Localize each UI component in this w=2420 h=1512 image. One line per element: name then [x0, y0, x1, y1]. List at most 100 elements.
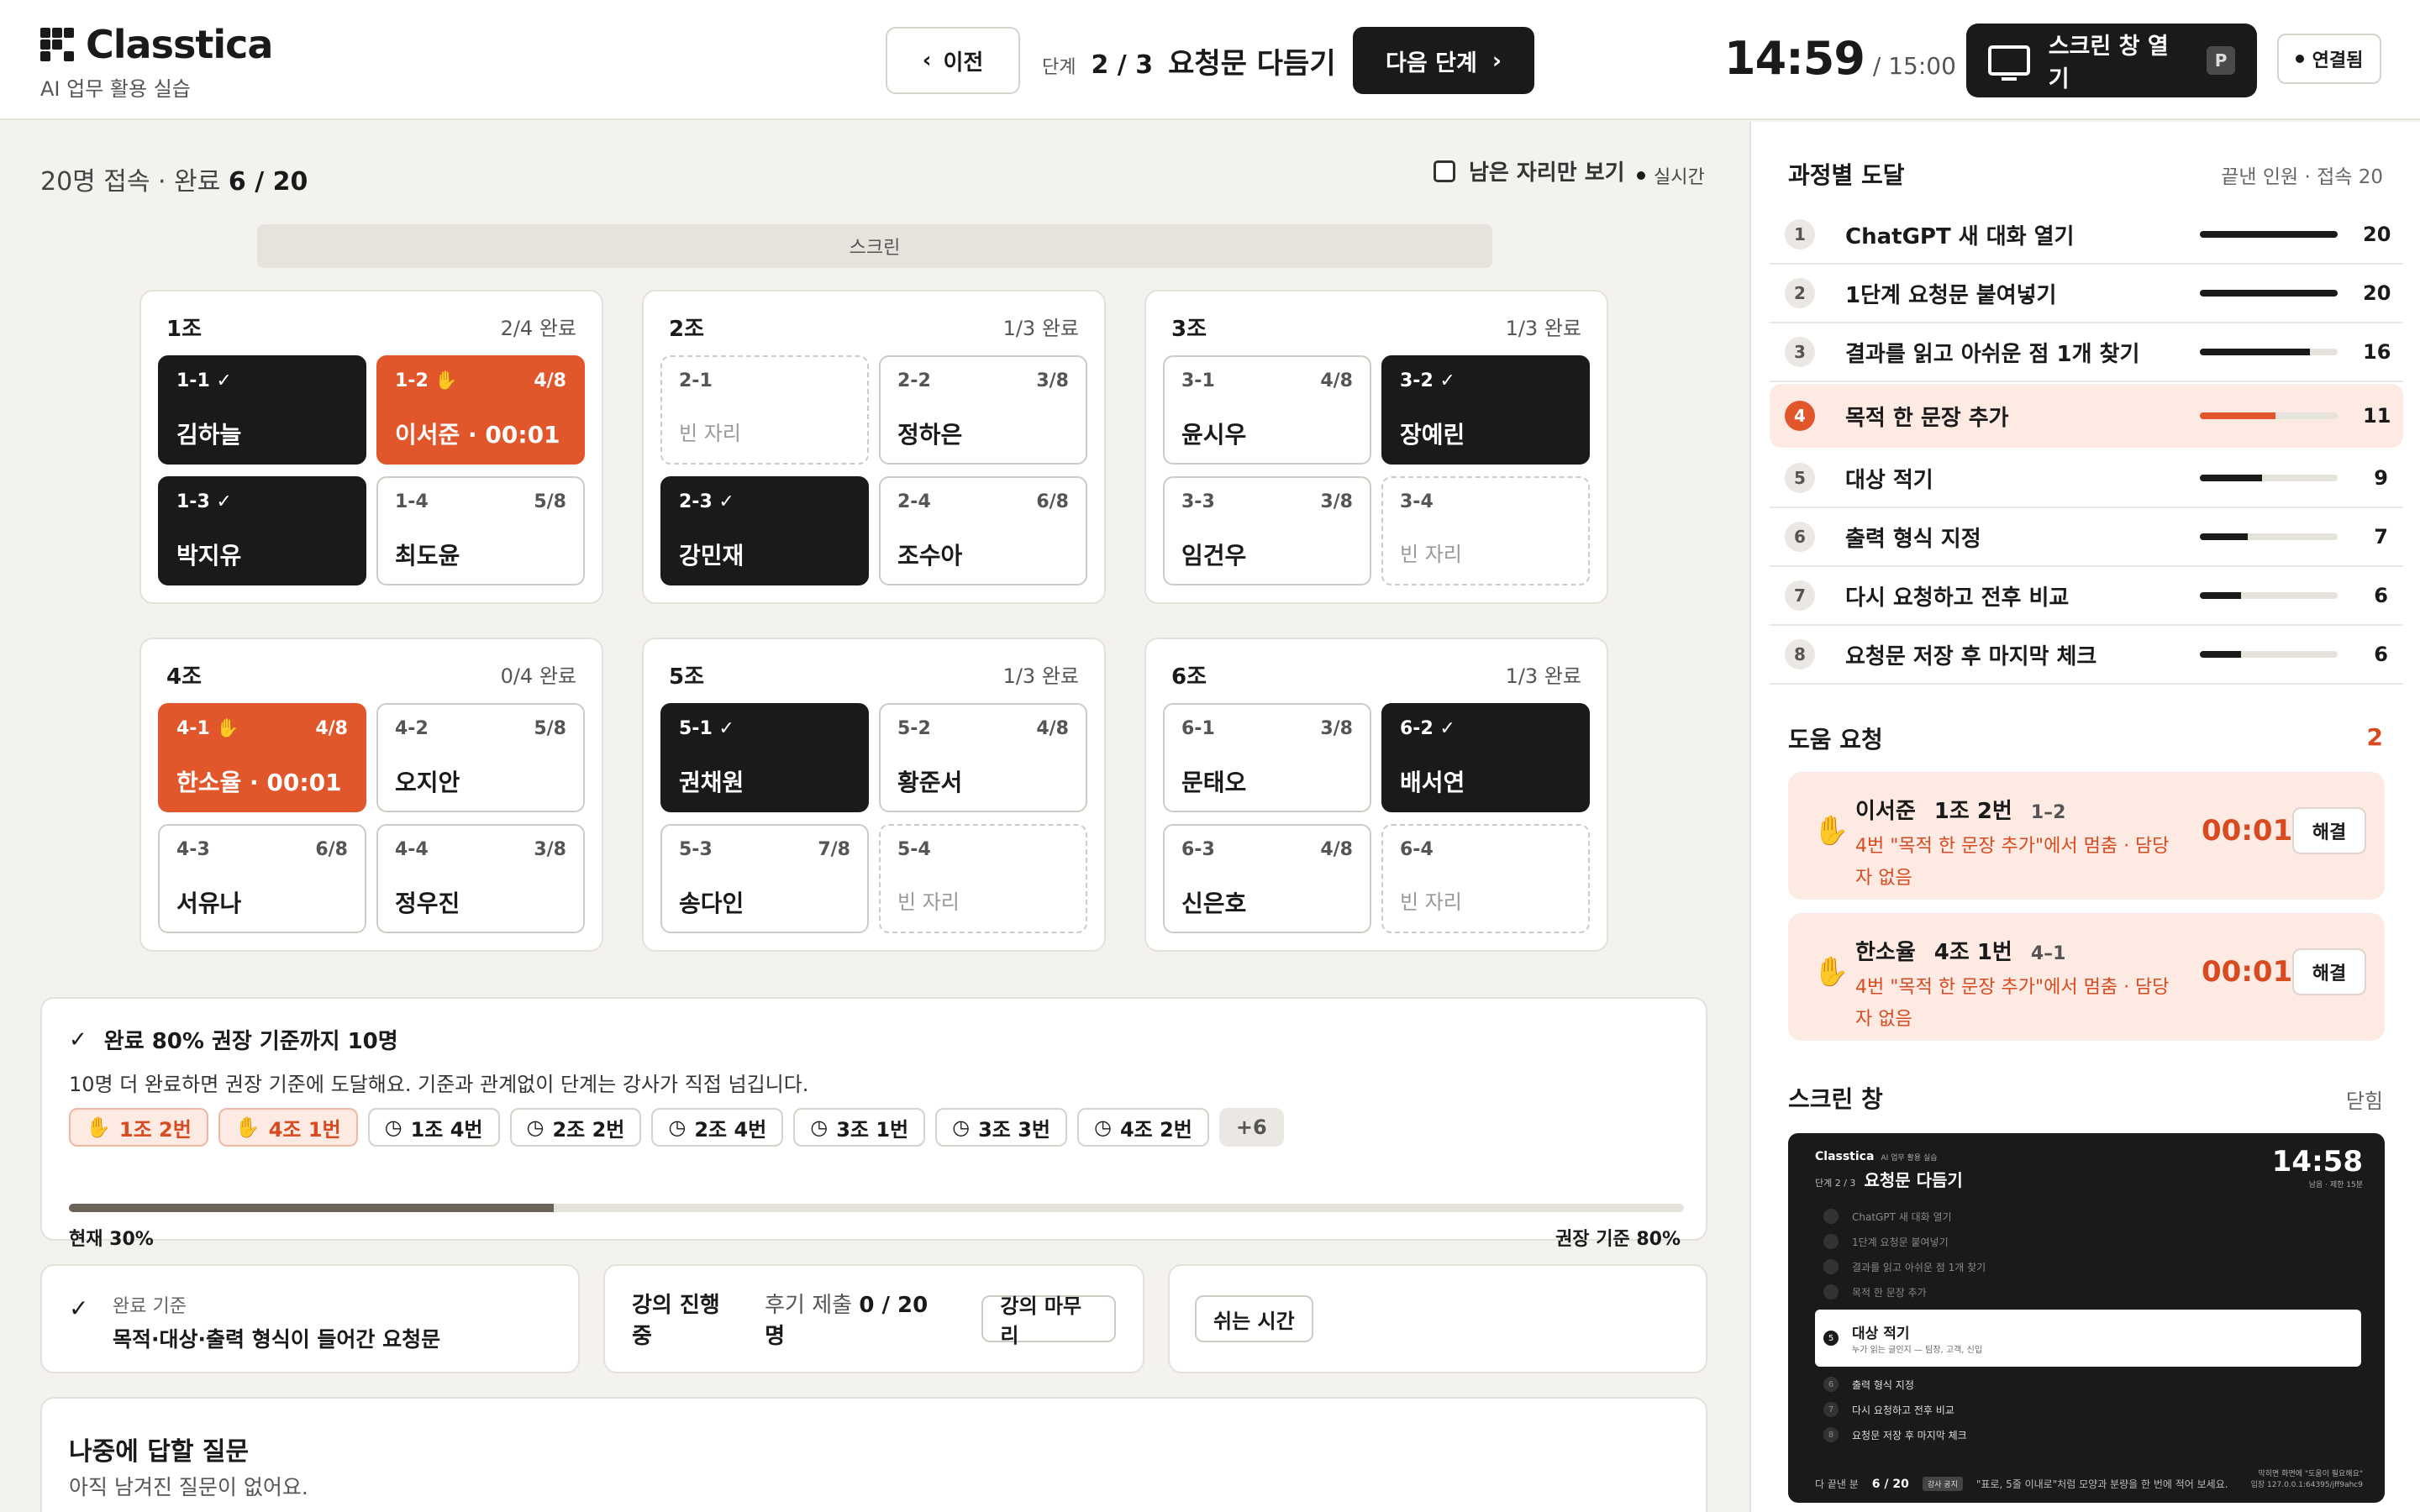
- progress-now: 현재 30%: [69, 1229, 154, 1250]
- student-chip[interactable]: ◷ 2조 4번: [651, 1108, 784, 1147]
- resolve-button[interactable]: 해결: [2292, 948, 2366, 995]
- seat-card[interactable]: 6-1 3/8 문태오: [1163, 703, 1371, 812]
- step-row[interactable]: 2 1단계 요청문 붙여넣기 20: [1770, 265, 2403, 323]
- resolve-button[interactable]: 해결: [2292, 807, 2366, 854]
- seat-id: 1-3 ✓: [176, 491, 232, 512]
- seat-card[interactable]: 5-3 7/8 송다인: [660, 824, 869, 933]
- seat-card[interactable]: 5-2 4/8 황준서: [879, 703, 1087, 812]
- review-count: 후기 제출 0 / 20명: [765, 1288, 943, 1350]
- student-chip[interactable]: ◷ 3조 3번: [935, 1108, 1067, 1147]
- help-student: 이서준 1조 2번 1–2: [1855, 794, 2065, 825]
- step-count: 11: [2363, 404, 2391, 428]
- step-progress-bar: [2200, 231, 2338, 238]
- seat-card[interactable]: 4-1 ✋ 4/8 한소율 · 00:01: [158, 703, 366, 812]
- seat-card[interactable]: 4-2 5/8 오지안: [376, 703, 585, 812]
- open-screen-button[interactable]: 스크린 창 열기 P: [1966, 24, 2257, 97]
- seat-id: 4-3: [176, 839, 210, 860]
- timer: 14:59 / 15:00: [1724, 32, 1956, 85]
- step-row[interactable]: 8 요청문 저장 후 마지막 체크 6: [1770, 626, 2403, 685]
- clock-icon: ◷: [384, 1116, 402, 1139]
- seat-student-name: 빈 자리: [679, 422, 741, 445]
- monitor-icon: [1988, 45, 2030, 81]
- chip-label: 4조 1번: [268, 1117, 341, 1142]
- seat-card[interactable]: 6-4 빈 자리: [1381, 824, 1590, 933]
- step-row[interactable]: 7 다시 요청하고 전후 비교 6: [1770, 567, 2403, 626]
- preview-step-dot: 7: [1823, 1402, 1839, 1417]
- seat-card[interactable]: 2-2 3/8 정하은: [879, 355, 1087, 465]
- student-chip[interactable]: ◷ 2조 2번: [509, 1108, 642, 1147]
- preview-done-value: 6 / 20: [1871, 1477, 1909, 1491]
- lecture-title: 강의 진행 중: [632, 1293, 720, 1349]
- team-header: 4조 0/4 완료: [166, 659, 576, 690]
- preview-step-title: 요청문 다듬기: [1864, 1170, 1963, 1190]
- step-index: 3: [1785, 337, 1815, 367]
- student-chip[interactable]: ◷ 1조 4번: [367, 1108, 500, 1147]
- help-student-name: 이서준: [1855, 799, 1916, 824]
- brand: Classtica AI 업무 활용 실습: [40, 22, 273, 102]
- recommend-title-text: 완료 80% 권장 기준까지 10명: [103, 1029, 398, 1054]
- step-row[interactable]: 1 ChatGPT 새 대화 열기 20: [1770, 206, 2403, 265]
- finish-lecture-button[interactable]: 강의 마무리: [981, 1294, 1116, 1347]
- seat-card[interactable]: 1-2 ✋ 4/8 이서준 · 00:01: [376, 355, 585, 465]
- only-empty-checkbox[interactable]: [1434, 160, 1455, 182]
- step-progress-fill: [2200, 651, 2242, 658]
- seat-id: 4-1 ✋: [176, 718, 239, 739]
- seat-student-name: 오지안: [395, 769, 460, 796]
- seat-top: 4-2 5/8: [395, 718, 566, 739]
- chip-label: 2조 4번: [694, 1117, 767, 1142]
- step-row[interactable]: 5 대상 적기 9: [1770, 449, 2403, 508]
- screen-preview[interactable]: Classtica AI 업무 활용 실습 단계 2 / 3 요청문 다듬기 1…: [1788, 1133, 2385, 1503]
- step-row[interactable]: 6 출력 형식 지정 7: [1770, 508, 2403, 567]
- seat-student-name: 박지유: [176, 542, 242, 570]
- student-chip[interactable]: ◷ 3조 1번: [793, 1108, 926, 1147]
- student-chip[interactable]: ✋ 1조 2번: [69, 1108, 208, 1147]
- seat-card[interactable]: 2-1 빈 자리: [660, 355, 869, 465]
- preview-step-text: 다시 요청하고 전후 비교: [1852, 1404, 1954, 1416]
- team-card: 5조 1/3 완료 5-1 ✓ 권채원 5-2 4/8 황준서 5-3 7/8 송다인 5-4 빈 자…: [642, 638, 1106, 952]
- preview-step-dot: [1823, 1234, 1839, 1249]
- seat-student-name: 강민재: [679, 542, 744, 570]
- seat-card[interactable]: 4-4 3/8 정우진: [376, 824, 585, 933]
- seat-top: 1-3 ✓: [176, 491, 348, 512]
- seat-card[interactable]: 2-4 6/8 조수아: [879, 476, 1087, 585]
- seat-top: 4-4 3/8: [395, 839, 566, 860]
- seat-card[interactable]: 5-1 ✓ 권채원: [660, 703, 869, 812]
- preview-join-url: 입장 127.0.0.1:64395/jff9ahc9: [2250, 1481, 2363, 1489]
- seat-card[interactable]: 1-1 ✓ 김하늘: [158, 355, 366, 465]
- seat-card[interactable]: 1-3 ✓ 박지유: [158, 476, 366, 585]
- student-chip[interactable]: ◷ 4조 2번: [1077, 1108, 1209, 1147]
- seat-progress: 6/8: [315, 839, 348, 860]
- check-icon: ✓: [69, 1026, 87, 1053]
- seat-card[interactable]: 2-3 ✓ 강민재: [660, 476, 869, 585]
- help-request-card: ✋ 이서준 1조 2번 1–2 4번 "목적 한 문장 추가"에서 멈춤 · 담당자 없…: [1788, 772, 2385, 900]
- screen-close-status[interactable]: 닫힘: [2346, 1084, 2383, 1114]
- seat-card[interactable]: 3-2 ✓ 장예린: [1381, 355, 1590, 465]
- criteria-label: 완료 기준: [113, 1296, 187, 1317]
- student-chip[interactable]: +6: [1218, 1108, 1284, 1147]
- seat-card[interactable]: 3-3 3/8 임건우: [1163, 476, 1371, 585]
- seat-card[interactable]: 4-3 6/8 서유나: [158, 824, 366, 933]
- only-empty-toggle[interactable]: 남은 자리만 보기: [1434, 155, 1625, 186]
- seat-id: 2-3 ✓: [679, 491, 734, 512]
- next-step-button[interactable]: 다음 단계 ›: [1353, 27, 1534, 94]
- questions-title: 나중에 답할 질문: [69, 1437, 250, 1467]
- step-row[interactable]: 3 결과를 읽고 아쉬운 점 1개 찾기 16: [1770, 323, 2403, 382]
- seat-student-name: 빈 자리: [1400, 543, 1462, 566]
- team-header: 3조 1/3 완료: [1171, 312, 1581, 343]
- step-row[interactable]: 4 목적 한 문장 추가 11: [1770, 384, 2403, 448]
- student-chip[interactable]: ✋ 4조 1번: [218, 1108, 358, 1147]
- only-empty-label: 남은 자리만 보기: [1469, 160, 1625, 186]
- seat-card[interactable]: 3-4 빈 자리: [1381, 476, 1590, 585]
- seat-card[interactable]: 1-4 5/8 최도윤: [376, 476, 585, 585]
- seat-card[interactable]: 5-4 빈 자리: [879, 824, 1087, 933]
- seat-card[interactable]: 3-1 4/8 윤시우: [1163, 355, 1371, 465]
- help-student-name: 한소율: [1855, 940, 1916, 965]
- seat-card[interactable]: 6-3 4/8 신은호: [1163, 824, 1371, 933]
- prev-step-button[interactable]: ‹ 이전: [886, 27, 1020, 94]
- seat-card[interactable]: 6-2 ✓ 배서연: [1381, 703, 1590, 812]
- team-name: 4조: [166, 664, 203, 690]
- break-time-button[interactable]: 쉬는 시간: [1195, 1295, 1313, 1342]
- chip-label: 4조 2번: [1119, 1117, 1192, 1142]
- step-indicator: 단계 2 / 3 요청문 다듬기: [1042, 40, 1336, 81]
- step-count: 20: [2363, 281, 2391, 305]
